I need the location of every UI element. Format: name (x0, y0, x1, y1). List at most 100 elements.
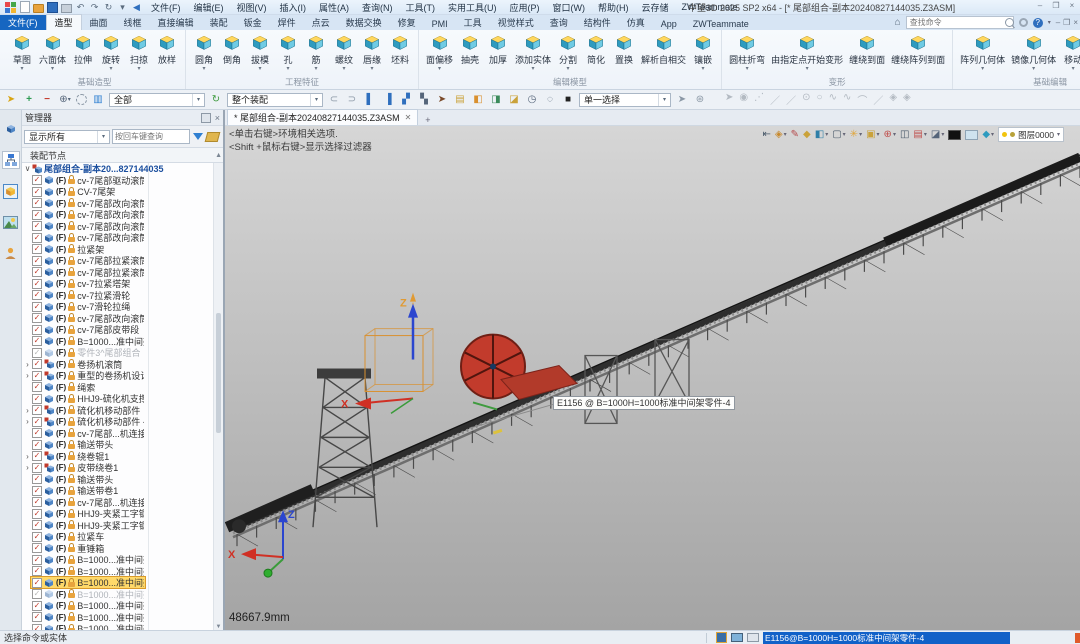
section-view-icon[interactable]: ⊕▾ (884, 129, 896, 140)
doc-close-button[interactable]: × (1073, 18, 1078, 27)
menu-item[interactable]: 实用工具(U) (442, 0, 503, 15)
assembly-tree-node[interactable]: ›(F)绕卷辊1 (22, 451, 214, 463)
ribbon-tab[interactable]: 钣金 (236, 15, 270, 30)
visibility-checkbox[interactable] (32, 601, 42, 611)
assembly-tree-node[interactable]: (F)cv-7尾部...机连接折 (22, 497, 214, 509)
expand-arrow-icon[interactable]: ∨ (24, 164, 31, 173)
user-icon[interactable] (2, 244, 20, 262)
3d-viewport[interactable]: Z X Z X <单击右键>环境相关选项. (225, 126, 1080, 630)
assembly-tree-node[interactable]: (F)cv-7拉紧滑轮 (22, 290, 214, 302)
assembly-tree-node[interactable]: (F)HHJ9-夹紧工字钢下 (22, 520, 214, 532)
visibility-checkbox[interactable] (32, 221, 42, 231)
selected-entity-field[interactable]: E1156@B=1000H=1000标准中间架零件-4 (763, 632, 1010, 644)
pin-icon[interactable] (201, 113, 211, 123)
pick-part-icon[interactable]: ➤ (435, 93, 449, 107)
assembly-structure-icon[interactable] (2, 151, 20, 169)
visibility-checkbox[interactable] (32, 348, 42, 358)
assembly-root-node[interactable]: ∨尾部组合-副本20...827144035 (22, 163, 214, 175)
visibility-checkbox[interactable] (32, 244, 42, 254)
ribbon-tool[interactable]: 抽壳 (456, 31, 484, 76)
ribbon-tab[interactable]: 曲面 (82, 15, 116, 30)
clear-filter-icon[interactable] (205, 132, 221, 142)
render-image-icon[interactable] (2, 213, 20, 231)
notes-icon[interactable]: ▤ (453, 93, 467, 107)
visibility-checkbox[interactable] (32, 474, 42, 484)
palette-icon[interactable]: ◨ (489, 93, 503, 107)
black-swatch-icon[interactable] (948, 130, 961, 140)
ring-icon[interactable]: ◌ (543, 93, 557, 107)
visibility-checkbox[interactable] (32, 532, 42, 542)
menu-item[interactable]: 工具(T) (400, 0, 442, 15)
ribbon-tab[interactable]: App (653, 18, 685, 30)
visibility-checkbox[interactable] (32, 543, 42, 553)
assembly-tree-node[interactable]: (F)cv-7尾部改向滚筒5 (22, 313, 214, 325)
tab-close-icon[interactable]: ✕ (405, 113, 412, 122)
assembly-tree-node[interactable]: (F)CV-7尾架 (22, 186, 214, 198)
ribbon-tab[interactable]: 修复 (390, 15, 424, 30)
assembly-tree-node[interactable]: (F)cv-7尾部拉紧滚筒1 (22, 255, 214, 267)
ribbon-tool[interactable]: 阵列几何体▾ (957, 31, 1008, 76)
manager-close-icon[interactable]: × (215, 113, 220, 123)
command-search-input[interactable] (906, 16, 1014, 29)
visibility-checkbox[interactable] (32, 279, 42, 289)
tool-dropdown-icon[interactable]: ▾ (343, 66, 346, 72)
visibility-checkbox[interactable] (32, 382, 42, 392)
assembly-tree-node[interactable]: (F)B=1000...准中间架零 (22, 336, 214, 348)
layer-control[interactable]: 图层0000 ▾ (998, 127, 1064, 142)
shadow-icon[interactable]: ◪▾ (931, 129, 944, 140)
visibility-checkbox[interactable] (32, 451, 42, 461)
style-cube-icon[interactable]: ◆▾ (982, 129, 994, 140)
ribbon-tool[interactable]: 倒角 (218, 31, 246, 76)
ribbon-tool[interactable]: 圆柱折弯▾ (726, 31, 768, 76)
expand-arrow-icon[interactable]: › (24, 463, 31, 472)
visibility-checkbox[interactable] (32, 256, 42, 266)
annotate-icon[interactable]: ✎ (791, 129, 799, 140)
tool-dropdown-icon[interactable]: ▾ (532, 66, 535, 72)
expand-arrow-icon[interactable]: › (24, 371, 31, 380)
open-file-icon[interactable] (33, 2, 44, 13)
assembly-tree-node[interactable]: (F)B=1000...准中间架零 (22, 554, 214, 566)
section-wheel-icon[interactable]: ✳▾ (850, 129, 862, 140)
tool-dropdown-icon[interactable]: ▾ (567, 66, 570, 72)
assembly-tree-node[interactable]: (F)HHJ9-夹紧工字钢 (22, 508, 214, 520)
visibility-checkbox[interactable] (32, 267, 42, 277)
manager-tree-icon[interactable] (2, 120, 20, 138)
tool-dropdown-icon[interactable]: ▾ (203, 66, 206, 72)
filter-list-icon[interactable]: ▥ (91, 93, 105, 107)
assembly-tree-node[interactable]: ›(F)皮带绕卷1 (22, 462, 214, 474)
assembly-tree-node[interactable]: (F)输送带卷1 (22, 485, 214, 497)
assembly-tree-node[interactable]: (F)cv-7尾部拉紧滚筒2 (22, 267, 214, 279)
visibility-checkbox[interactable] (32, 210, 42, 220)
filter-combo[interactable]: 全部▾ (109, 93, 205, 107)
assembly-tree-node[interactable]: ›(F)重型的卷扬机设计机 (22, 370, 214, 382)
visibility-checkbox[interactable] (32, 428, 42, 438)
ribbon-tool[interactable]: 简化 (582, 31, 610, 76)
qat-customize-icon[interactable]: ▾ (117, 2, 128, 13)
tool-dropdown-icon[interactable]: ▾ (110, 66, 113, 72)
filter-funnel-icon[interactable] (193, 133, 203, 140)
ribbon-tool[interactable]: 拔模▾ (246, 31, 274, 76)
ribbon-tool[interactable]: 镜像几何体▾ (1008, 31, 1059, 76)
exit-view-icon[interactable]: ⇤ (763, 129, 771, 140)
assembly-tree-node[interactable]: (F)B=1000...准中间架零 (22, 623, 214, 630)
visibility-checkbox[interactable] (32, 555, 42, 565)
monitor-icon[interactable] (731, 633, 743, 643)
assembly-tree-node[interactable]: ›(F)硫化机移动部件 (22, 405, 214, 417)
ribbon-tool[interactable]: 孔▾ (274, 31, 302, 76)
ribbon-tab[interactable]: 点云 (304, 15, 338, 30)
link-icon[interactable]: ⊂ (327, 93, 341, 107)
wireframe-view-icon[interactable]: ▢▾ (832, 129, 845, 140)
doc-minimize-button[interactable]: – (1056, 18, 1060, 27)
assembly-tree-node[interactable]: (F)B=1000...准中间架零 (22, 600, 214, 612)
regen-icon[interactable]: ↻ (103, 2, 114, 13)
ribbon-tab[interactable]: ZWTeammate (685, 18, 757, 30)
ribbon-tool[interactable]: 缠绕阵列到面 (888, 31, 948, 76)
assembly-tree-node[interactable]: (F)输送带头 (22, 474, 214, 486)
tool-dropdown-icon[interactable]: ▾ (1032, 66, 1035, 72)
ribbon-tool[interactable]: 筋▾ (302, 31, 330, 76)
ribbon-tab[interactable]: 直接编辑 (150, 15, 202, 30)
expand-arrow-icon[interactable]: › (24, 406, 31, 415)
document-tab[interactable]: * 尾部组合-副本20240827144035.Z3ASM ✕ (227, 109, 418, 125)
ribbon-tab[interactable]: 仿真 (619, 15, 653, 30)
new-file-icon[interactable] (19, 2, 30, 13)
